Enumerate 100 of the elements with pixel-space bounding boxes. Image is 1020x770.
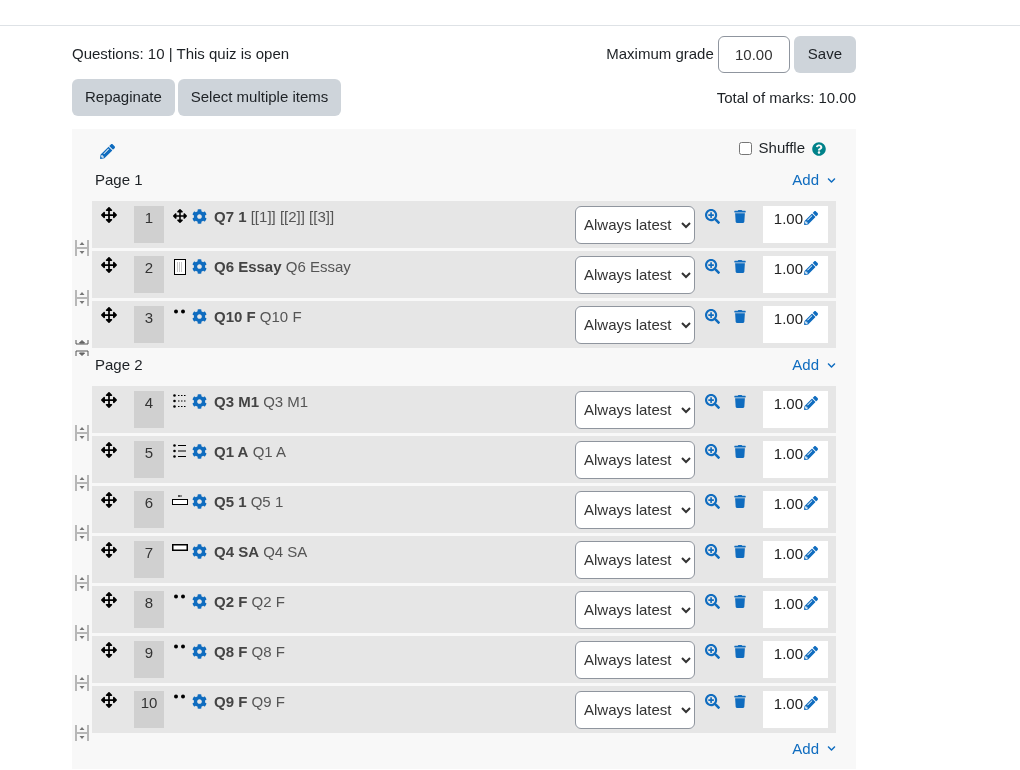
question-title[interactable]: Q4 SA Q4 SA — [214, 540, 308, 563]
delete-icon[interactable] — [734, 694, 746, 708]
question-number: 8 — [134, 590, 164, 628]
preview-zoom-icon[interactable] — [705, 393, 720, 409]
remove-page-break-icon[interactable] — [75, 339, 89, 356]
settings-icon[interactable] — [192, 308, 207, 324]
delete-icon[interactable] — [734, 394, 746, 408]
question-behaviour-select[interactable]: Always latest — [575, 540, 695, 579]
question-behaviour-select[interactable]: Always latest — [575, 305, 695, 344]
edit-pencil-icon[interactable] — [804, 595, 818, 610]
settings-icon[interactable] — [192, 208, 207, 224]
delete-icon[interactable] — [734, 644, 746, 658]
delete-icon[interactable] — [734, 209, 746, 223]
edit-pencil-icon[interactable] — [804, 445, 818, 460]
delete-icon[interactable] — [734, 494, 746, 508]
add-page-break-icon[interactable] — [75, 724, 89, 741]
drag-handle-icon[interactable] — [101, 391, 117, 408]
preview-zoom-icon[interactable] — [705, 543, 720, 559]
preview-zoom-icon[interactable] — [705, 443, 720, 459]
settings-icon[interactable] — [192, 258, 207, 274]
question-behaviour-select[interactable]: Always latest — [575, 440, 695, 479]
question-title[interactable]: Q3 M1 Q3 M1 — [214, 390, 309, 413]
preview-zoom-icon[interactable] — [705, 493, 720, 509]
preview-zoom-icon[interactable] — [705, 693, 720, 709]
settings-icon[interactable] — [192, 643, 207, 659]
maximum-grade-input[interactable]: 10.00 — [717, 36, 790, 73]
add-menu-link[interactable]: Add — [792, 354, 836, 377]
add-page-break-icon[interactable] — [75, 474, 89, 491]
question-behaviour-select[interactable]: Always latest — [575, 205, 695, 244]
delete-icon[interactable] — [734, 259, 746, 273]
add-page-break-icon[interactable] — [75, 524, 89, 541]
delete-icon[interactable] — [734, 309, 746, 323]
add-page-break-icon[interactable] — [75, 574, 89, 591]
question-number: 1 — [134, 205, 164, 243]
question-behaviour-select[interactable]: Always latest — [575, 390, 695, 429]
delete-icon[interactable] — [734, 544, 746, 558]
question-behaviour-select[interactable]: Always latest — [575, 690, 695, 729]
drag-handle-icon[interactable] — [101, 256, 117, 273]
delete-icon[interactable] — [734, 444, 746, 458]
edit-pencil-icon[interactable] — [804, 645, 818, 660]
help-icon[interactable] — [812, 141, 826, 156]
drag-handle-icon[interactable] — [101, 641, 117, 658]
add-menu-link[interactable]: Add — [792, 737, 836, 760]
settings-icon[interactable] — [192, 543, 207, 559]
drag-handle-icon[interactable] — [101, 491, 117, 508]
edit-pencil-icon[interactable] — [804, 695, 818, 710]
question-title[interactable]: Q6 Essay Q6 Essay — [214, 255, 351, 278]
delete-icon[interactable] — [734, 594, 746, 608]
two-dots-icon — [173, 643, 187, 649]
preview-zoom-icon[interactable] — [705, 258, 720, 274]
question-title[interactable]: Q7 1 [[1]] [[2]] [[3]] — [214, 205, 335, 228]
question-title[interactable]: Q2 F Q2 F — [214, 590, 285, 613]
preview-zoom-icon[interactable] — [705, 643, 720, 659]
edit-pencil-icon[interactable] — [804, 260, 818, 275]
question-behaviour-select[interactable]: Always latest — [575, 590, 695, 629]
settings-icon[interactable] — [192, 393, 207, 409]
question-title[interactable]: Q9 F Q9 F — [214, 690, 285, 713]
edit-pencil-icon[interactable] — [804, 495, 818, 510]
edit-pencil-icon[interactable] — [804, 395, 818, 410]
question-title[interactable]: Q8 F Q8 F — [214, 640, 285, 663]
preview-zoom-icon[interactable] — [705, 593, 720, 609]
edit-pencil-icon[interactable] — [804, 545, 818, 560]
question-number: 9 — [134, 640, 164, 678]
question-number: 6 — [134, 490, 164, 528]
drag-handle-icon[interactable] — [101, 541, 117, 558]
question-mark: 1.00 — [773, 393, 803, 414]
settings-icon[interactable] — [192, 693, 207, 709]
question-behaviour-select[interactable]: Always latest — [575, 490, 695, 529]
drag-handle-icon[interactable] — [101, 306, 117, 323]
settings-icon[interactable] — [192, 593, 207, 609]
edit-pencil-icon[interactable] — [804, 210, 818, 225]
preview-zoom-icon[interactable] — [705, 208, 720, 224]
question-behaviour-select[interactable]: Always latest — [575, 255, 695, 294]
add-page-break-icon[interactable] — [75, 624, 89, 641]
add-page-break-icon[interactable] — [75, 674, 89, 691]
action-button[interactable]: Repaginate — [72, 78, 175, 116]
add-page-break-icon[interactable] — [75, 424, 89, 441]
settings-icon[interactable] — [192, 493, 207, 509]
add-page-break-icon[interactable] — [75, 239, 89, 256]
bullet-list-icon — [173, 443, 187, 458]
edit-pencil-icon[interactable] — [804, 310, 818, 325]
drag-handle-icon[interactable] — [101, 591, 117, 608]
question-title[interactable]: Q10 F Q10 F — [214, 305, 302, 328]
shuffle-label: Shuffle — [758, 138, 805, 159]
question-mark: 1.00 — [773, 308, 803, 329]
question-title[interactable]: Q5 1 Q5 1 — [214, 490, 284, 513]
action-button[interactable]: Select multiple items — [177, 78, 342, 116]
edit-pencil-icon[interactable] — [100, 143, 115, 159]
add-menu-link[interactable]: Add — [792, 169, 836, 192]
preview-zoom-icon[interactable] — [705, 308, 720, 324]
question-behaviour-select[interactable]: Always latest — [575, 640, 695, 679]
add-page-break-icon[interactable] — [75, 289, 89, 306]
settings-icon[interactable] — [192, 443, 207, 459]
question-number: 7 — [134, 540, 164, 578]
shuffle-checkbox[interactable] — [738, 142, 752, 155]
drag-handle-icon[interactable] — [101, 691, 117, 708]
drag-handle-icon[interactable] — [101, 206, 117, 223]
drag-handle-icon[interactable] — [101, 441, 117, 458]
save-button[interactable]: Save — [793, 36, 856, 73]
question-title[interactable]: Q1 A Q1 A — [214, 440, 286, 463]
